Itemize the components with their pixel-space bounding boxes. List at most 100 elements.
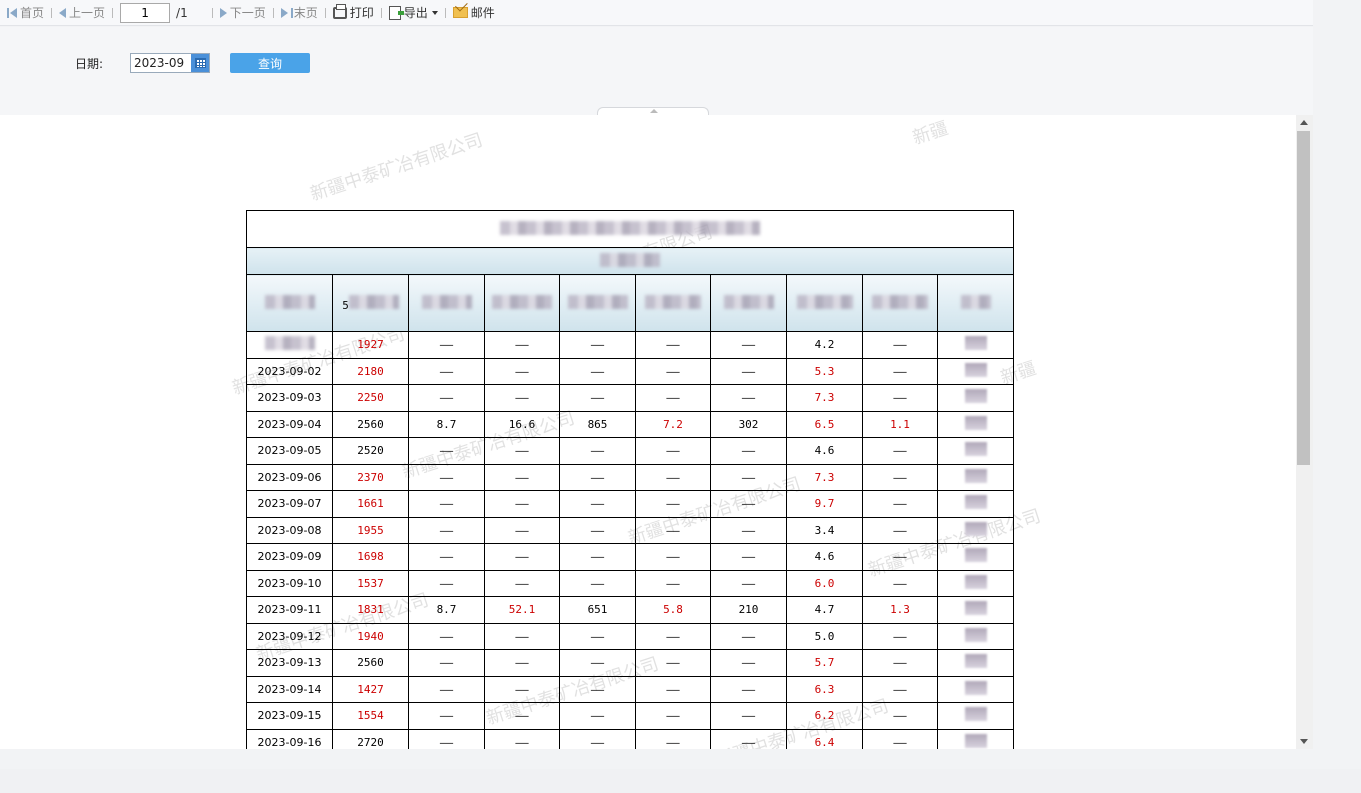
value-cell: —— xyxy=(710,357,787,385)
vertical-scrollbar[interactable] xyxy=(1296,115,1313,749)
watermark: 新疆中泰矿冶有限公司 xyxy=(307,129,486,206)
bottom-strip xyxy=(0,769,1361,793)
date-cell: 2023-09-07 xyxy=(246,490,333,518)
redacted-header xyxy=(348,294,399,309)
value-cell: —— xyxy=(559,331,636,359)
redacted-value xyxy=(964,654,987,669)
value-cell: —— xyxy=(710,463,787,491)
last-page-label: 末页 xyxy=(293,6,318,20)
redacted-cell xyxy=(937,702,1014,730)
redacted-value xyxy=(964,733,987,748)
next-page-label: 下一页 xyxy=(229,6,266,20)
value-cell: —— xyxy=(635,675,711,703)
redacted-value xyxy=(964,389,987,404)
value-cell: —— xyxy=(559,649,636,677)
report-table: 5 1927 —— —— —— —— —— 4.2 —— 2023-09-02 2180 —— —— —… xyxy=(246,210,1014,749)
value-cell: —— xyxy=(710,702,787,730)
value-cell: —— xyxy=(635,569,711,597)
value-cell: 5.8 xyxy=(635,596,711,624)
column-header xyxy=(246,274,333,332)
table-row: 2023-09-05 2520 —— —— —— —— —— 4.6 —— xyxy=(246,437,1014,465)
redacted-value xyxy=(964,468,987,483)
first-page-button[interactable]: 首页 xyxy=(4,3,47,23)
table-row: 2023-09-03 2250 —— —— —— —— —— 7.3 —— xyxy=(246,384,1014,412)
value-cell: 1427 xyxy=(332,675,409,703)
export-button[interactable]: 导出 xyxy=(386,3,441,23)
query-button[interactable]: 查询 xyxy=(230,53,310,73)
value-cell: —— xyxy=(862,331,938,359)
header-partial-text: 5 xyxy=(342,298,349,312)
redacted-cell xyxy=(937,410,1014,438)
next-page-button[interactable]: 下一页 xyxy=(217,3,269,23)
value-cell: —— xyxy=(484,728,560,749)
value-cell: —— xyxy=(559,569,636,597)
column-header xyxy=(710,274,787,332)
calendar-icon[interactable] xyxy=(191,54,209,72)
value-cell: —— xyxy=(408,437,485,465)
value-cell: —— xyxy=(559,357,636,385)
last-page-button[interactable]: 末页 xyxy=(278,3,321,23)
value-cell: —— xyxy=(862,622,938,650)
value-cell: —— xyxy=(559,728,636,749)
value-cell: 4.6 xyxy=(786,543,863,571)
date-cell: 2023-09-03 xyxy=(246,384,333,412)
export-icon xyxy=(388,5,404,20)
redacted-value xyxy=(964,627,987,642)
envelope-icon xyxy=(452,7,468,18)
value-cell: —— xyxy=(484,357,560,385)
prev-page-button[interactable]: 上一页 xyxy=(56,3,108,23)
collapse-panel-toggle[interactable] xyxy=(597,107,709,115)
redacted-value xyxy=(964,495,987,510)
value-cell: —— xyxy=(408,649,485,677)
last-page-arrow-icon xyxy=(280,7,288,18)
column-header-row: 5 xyxy=(246,274,1014,332)
value-cell: 651 xyxy=(559,596,636,624)
toolbar-divider xyxy=(324,7,326,18)
value-cell: —— xyxy=(635,728,711,749)
next-page-icon xyxy=(219,7,227,18)
value-cell: —— xyxy=(635,357,711,385)
scroll-up-icon[interactable] xyxy=(1300,120,1308,125)
redacted-header xyxy=(872,294,928,309)
table-row: 2023-09-16 2720 —— —— —— —— —— 6.4 —— xyxy=(246,728,1014,749)
value-cell: 2370 xyxy=(332,463,409,491)
value-cell: —— xyxy=(862,357,938,385)
scroll-down-icon[interactable] xyxy=(1300,739,1308,744)
value-cell: —— xyxy=(635,490,711,518)
redacted-cell xyxy=(937,728,1014,749)
value-cell: —— xyxy=(710,569,787,597)
value-cell: —— xyxy=(408,384,485,412)
mail-button[interactable]: 邮件 xyxy=(450,3,498,23)
value-cell: —— xyxy=(559,437,636,465)
value-cell: —— xyxy=(408,463,485,491)
page-number-input[interactable] xyxy=(120,2,171,23)
value-cell: 1537 xyxy=(332,569,409,597)
value-cell: —— xyxy=(408,675,485,703)
table-row: 2023-09-10 1537 —— —— —— —— —— 6.0 —— xyxy=(246,569,1014,597)
date-cell: 2023-09-04 xyxy=(246,410,333,438)
chevron-down-icon xyxy=(431,10,438,15)
print-button[interactable]: 打印 xyxy=(330,3,377,23)
value-cell: 8.7 xyxy=(408,596,485,624)
value-cell: 8.7 xyxy=(408,410,485,438)
table-row: 2023-09-12 1940 —— —— —— —— —— 5.0 —— xyxy=(246,622,1014,650)
report-subtitle-row xyxy=(246,247,1014,275)
scrollbar-thumb[interactable] xyxy=(1297,131,1310,465)
prev-page-label: 上一页 xyxy=(69,6,106,20)
value-cell: 1661 xyxy=(332,490,409,518)
print-label: 打印 xyxy=(349,6,374,20)
redacted-cell xyxy=(937,463,1014,491)
value-cell: —— xyxy=(635,543,711,571)
report-title-row xyxy=(246,210,1014,248)
value-cell: —— xyxy=(408,331,485,359)
mail-label: 邮件 xyxy=(470,6,495,20)
value-cell: 5.3 xyxy=(786,357,863,385)
redacted-value xyxy=(964,707,987,722)
redacted-header xyxy=(960,294,991,309)
value-cell: 7.2 xyxy=(635,410,711,438)
redacted-value xyxy=(964,680,987,695)
date-picker[interactable]: 2023-09 xyxy=(130,53,210,73)
value-cell: —— xyxy=(710,384,787,412)
column-header xyxy=(786,274,863,332)
date-input[interactable]: 2023-09 xyxy=(131,56,191,70)
